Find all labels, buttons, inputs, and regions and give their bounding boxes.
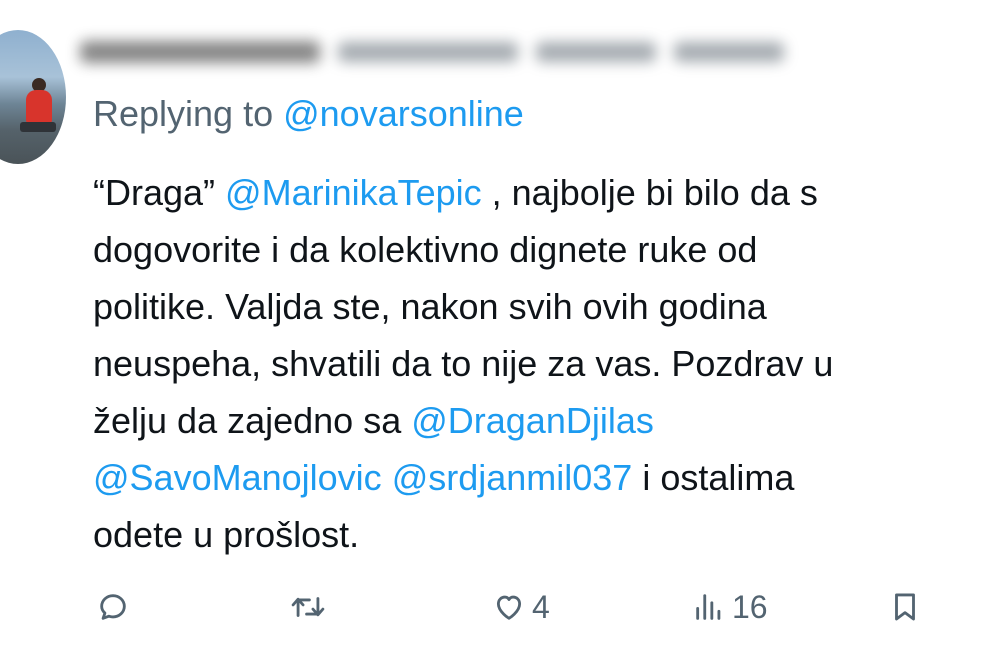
bookmark-icon bbox=[888, 590, 922, 624]
views-icon bbox=[692, 590, 726, 624]
tweet-text-segment: odete u prošlost. bbox=[93, 514, 360, 555]
avatar-person-body bbox=[26, 90, 52, 124]
blurred-author-name bbox=[80, 30, 840, 74]
blurred-meta bbox=[536, 42, 656, 62]
blurred-display-name bbox=[80, 41, 320, 63]
blurred-timestamp bbox=[674, 42, 784, 62]
tweet-text-segment: želju da zajedno sa bbox=[93, 400, 412, 441]
mention-link[interactable]: @SavoManojlovic bbox=[93, 457, 382, 498]
tweet-line: neuspeha, shvatili da to nije za vas. Po… bbox=[93, 335, 1000, 392]
views-count: 16 bbox=[732, 588, 768, 625]
like-count: 4 bbox=[532, 588, 550, 625]
tweet-text-segment: i ostalima bbox=[632, 457, 795, 498]
tweet-line: želju da zajedno sa @DraganDjilas bbox=[93, 392, 1000, 449]
bookmark-button[interactable] bbox=[888, 582, 922, 632]
replying-to-handle[interactable]: @novarsonline bbox=[283, 93, 524, 134]
tweet-line: dogovorite i da kolektivno dignete ruke … bbox=[93, 221, 1000, 278]
mention-link[interactable]: @srdjanmil037 bbox=[392, 457, 633, 498]
avatar-person-legs bbox=[20, 122, 56, 132]
blurred-handle bbox=[338, 42, 518, 62]
replying-to-label: Replying to bbox=[93, 93, 284, 134]
tweet-text-segment: neuspeha, shvatili da to nije za vas. Po… bbox=[93, 343, 834, 384]
tweet-line: @SavoManojlovic @srdjanmil037 i ostalima bbox=[93, 449, 1000, 506]
reply-icon bbox=[96, 590, 130, 624]
mention-link[interactable]: @DraganDjilas bbox=[411, 400, 654, 441]
mention-link[interactable]: @MarinikaTepic bbox=[225, 172, 482, 213]
tweet-actions-bar: 4 16 bbox=[0, 582, 1000, 632]
like-button[interactable]: 4 bbox=[492, 582, 550, 632]
tweet-line: politike. Valjda ste, nakon svih ovih go… bbox=[93, 278, 1000, 335]
tweet-text-segment: dogovorite i da kolektivno dignete ruke … bbox=[93, 229, 758, 270]
tweet-line: odete u prošlost. bbox=[93, 506, 1000, 563]
tweet-text-segment bbox=[382, 457, 392, 498]
tweet-text-segment: “Draga” bbox=[93, 172, 226, 213]
retweet-icon bbox=[288, 590, 328, 624]
retweet-button[interactable] bbox=[288, 582, 328, 632]
tweet-text-segment: , najbolje bi bilo da s bbox=[481, 172, 818, 213]
tweet-text-segment: politike. Valjda ste, nakon svih ovih go… bbox=[93, 286, 767, 327]
views-button[interactable]: 16 bbox=[692, 582, 768, 632]
avatar[interactable] bbox=[0, 30, 66, 164]
reply-button[interactable] bbox=[96, 582, 130, 632]
replying-to: Replying to @novarsonline bbox=[93, 92, 524, 136]
like-icon bbox=[492, 590, 526, 624]
tweet-text: “Draga” @MarinikaTepic , najbolje bi bil… bbox=[93, 164, 1000, 563]
tweet-line: “Draga” @MarinikaTepic , najbolje bi bil… bbox=[93, 164, 1000, 221]
